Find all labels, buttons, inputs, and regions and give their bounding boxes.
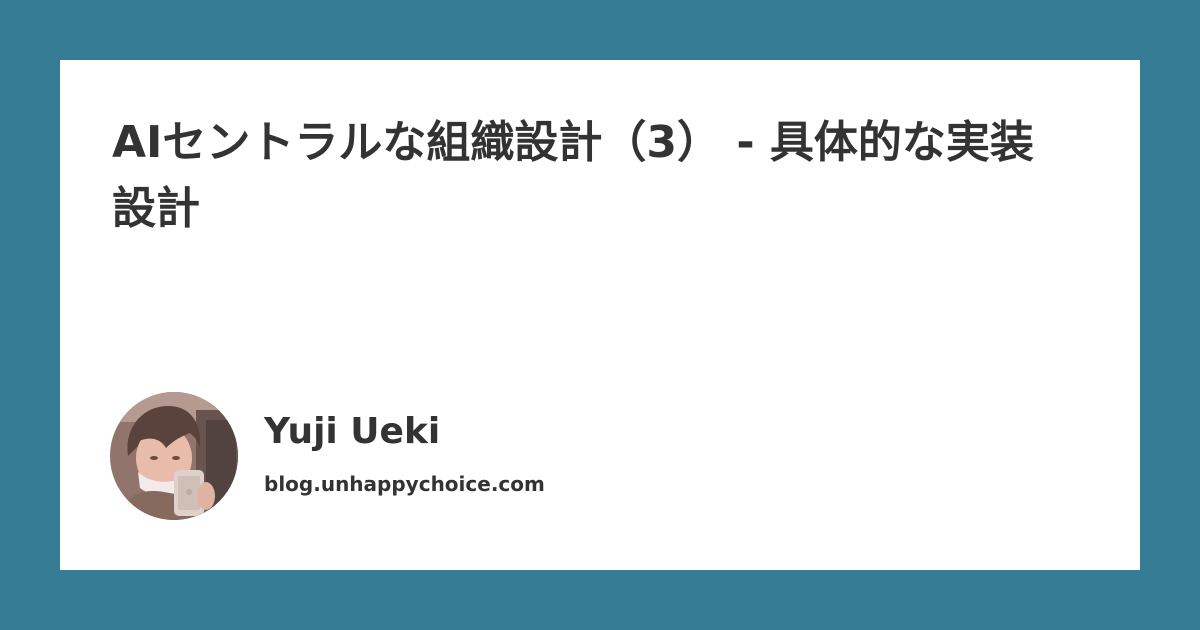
post-title: AIセントラルな組織設計（3） - 具体的な実装設計 bbox=[112, 117, 1034, 234]
og-card: AIセントラルな組織設計（3） - 具体的な実装設計 Yuji Ueki blo… bbox=[60, 60, 1140, 570]
avatar-photo-illustration bbox=[110, 392, 238, 520]
blog-url: blog.unhappychoice.com bbox=[264, 472, 545, 496]
author-name: Yuji Ueki bbox=[264, 411, 441, 452]
author-block: Yuji Ueki blog.unhappychoice.com bbox=[110, 392, 545, 520]
author-info: Yuji Ueki blog.unhappychoice.com bbox=[264, 411, 545, 496]
author-avatar bbox=[110, 392, 238, 520]
